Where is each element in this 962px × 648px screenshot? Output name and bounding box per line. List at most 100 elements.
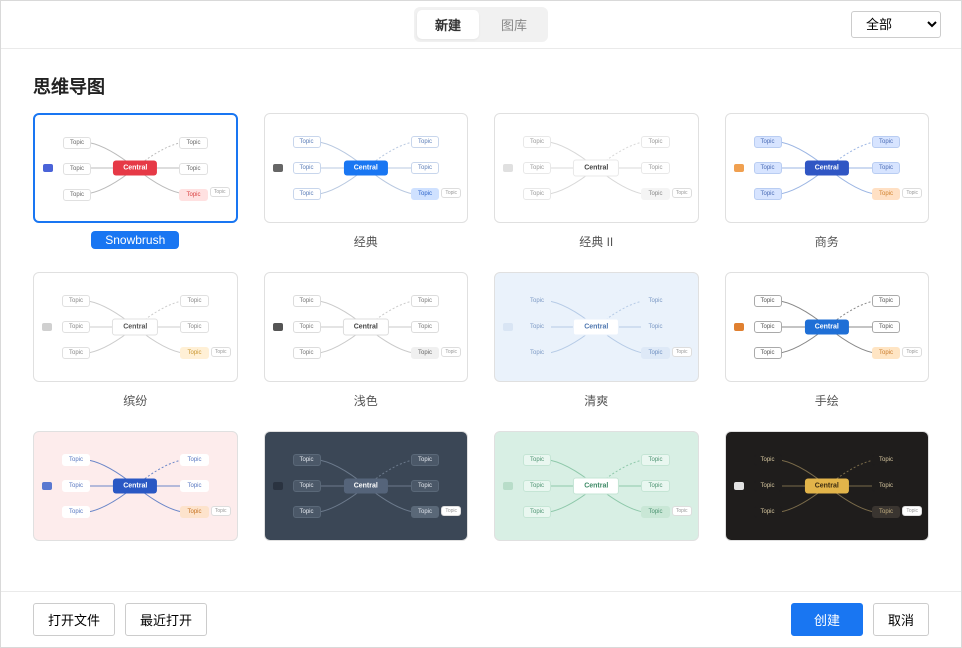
topic-node: Topic (293, 347, 321, 359)
template-label: 经典 II (565, 231, 627, 252)
template-item[interactable]: CentralTopicTopicTopicTopicTopicTopicTop… (33, 431, 238, 553)
topic-node-accent: Topic (872, 188, 900, 200)
topic-node: Topic (62, 347, 90, 359)
topic-node: Topic (293, 188, 321, 200)
category-select[interactable]: 全部 (851, 11, 941, 38)
cancel-button[interactable]: 取消 (873, 603, 929, 636)
template-item[interactable]: CentralTopicTopicTopicTopicTopicTopicTop… (264, 431, 469, 553)
template-thumbnail: CentralTopicTopicTopicTopicTopicTopicTop… (494, 431, 699, 541)
tab-new[interactable]: 新建 (417, 10, 479, 39)
topic-node-accent: Topic (872, 347, 900, 359)
template-label: 缤纷 (109, 390, 161, 411)
topic-node: Topic (754, 295, 782, 307)
topic-node: Topic (180, 480, 208, 492)
topic-node: Topic (62, 480, 90, 492)
topic-node-accent: Topic (641, 188, 669, 200)
template-item[interactable]: CentralTopicTopicTopicTopicTopicTopicTop… (725, 113, 930, 252)
sub-node: Topic (211, 506, 231, 516)
topic-node: Topic (523, 136, 551, 148)
topic-node: Topic (411, 480, 439, 492)
template-item[interactable]: CentralTopicTopicTopicTopicTopicTopicTop… (494, 113, 699, 252)
template-item[interactable]: CentralTopicTopicTopicTopicTopicTopicTop… (725, 431, 930, 553)
central-node: Central (113, 479, 157, 494)
template-item[interactable]: CentralTopicTopicTopicTopicTopicTopicTop… (725, 272, 930, 411)
central-node: Central (573, 319, 619, 336)
topic-node-accent: Topic (641, 506, 669, 518)
sub-node: Topic (441, 188, 461, 198)
template-item[interactable]: CentralTopicTopicTopicTopicTopicTopicTop… (33, 113, 238, 252)
topic-node: Topic (63, 137, 91, 149)
central-node: Central (344, 161, 388, 176)
collapse-dot-icon (503, 164, 513, 172)
collapse-dot-icon (503, 482, 513, 490)
create-button[interactable]: 创建 (791, 603, 863, 636)
template-thumbnail: CentralTopicTopicTopicTopicTopicTopicTop… (33, 272, 238, 382)
topic-node: Topic (62, 506, 90, 518)
topic-node: Topic (523, 347, 551, 359)
template-thumbnail: CentralTopicTopicTopicTopicTopicTopicTop… (725, 431, 930, 541)
sub-node: Topic (902, 347, 922, 357)
collapse-dot-icon (734, 482, 744, 490)
topic-node: Topic (411, 162, 439, 174)
template-item[interactable]: CentralTopicTopicTopicTopicTopicTopicTop… (494, 431, 699, 553)
topic-node: Topic (62, 295, 90, 307)
sub-node: Topic (210, 187, 230, 197)
topic-node: Topic (293, 136, 321, 148)
topic-node: Topic (641, 295, 669, 307)
topic-node: Topic (62, 321, 90, 333)
sub-node: Topic (902, 506, 922, 516)
header-tabs: 新建 图库 (414, 7, 548, 42)
collapse-dot-icon (273, 323, 283, 331)
topic-node-accent: Topic (411, 347, 439, 359)
template-item[interactable]: CentralTopicTopicTopicTopicTopicTopicTop… (494, 272, 699, 411)
topic-node: Topic (641, 321, 669, 333)
sub-node: Topic (902, 188, 922, 198)
central-node: Central (805, 161, 849, 176)
topic-node: Topic (293, 454, 321, 466)
topic-node: Topic (754, 506, 782, 518)
topic-node-accent: Topic (411, 506, 439, 518)
topic-node: Topic (872, 162, 900, 174)
topic-node-accent: Topic (180, 506, 208, 518)
collapse-dot-icon (43, 164, 53, 172)
recent-button[interactable]: 最近打开 (125, 603, 207, 636)
sub-node: Topic (672, 506, 692, 516)
topic-node: Topic (63, 163, 91, 175)
central-node: Central (343, 319, 389, 336)
template-item[interactable]: CentralTopicTopicTopicTopicTopicTopicTop… (264, 272, 469, 411)
central-node: Central (573, 160, 619, 177)
template-thumbnail: CentralTopicTopicTopicTopicTopicTopicTop… (725, 113, 930, 223)
topic-node: Topic (523, 295, 551, 307)
topic-node-accent: Topic (411, 188, 439, 200)
collapse-dot-icon (273, 164, 283, 172)
template-thumbnail: CentralTopicTopicTopicTopicTopicTopicTop… (264, 113, 469, 223)
topic-node: Topic (180, 295, 208, 307)
template-item[interactable]: CentralTopicTopicTopicTopicTopicTopicTop… (33, 272, 238, 411)
template-label: Snowbrush (91, 231, 179, 249)
topic-node: Topic (641, 480, 669, 492)
topic-node: Topic (411, 321, 439, 333)
topic-node: Topic (523, 506, 551, 518)
sub-node: Topic (672, 347, 692, 357)
topic-node: Topic (293, 162, 321, 174)
central-node: Central (805, 479, 849, 494)
topic-node-accent: Topic (180, 347, 208, 359)
open-file-button[interactable]: 打开文件 (33, 603, 115, 636)
template-label: 清爽 (570, 390, 622, 411)
topic-node: Topic (293, 480, 321, 492)
new-document-dialog: 新建 图库 全部 思维导图 CentralTopicTopicTopicTopi… (0, 0, 962, 648)
topic-node: Topic (179, 137, 207, 149)
topic-node: Topic (179, 163, 207, 175)
topic-node: Topic (523, 454, 551, 466)
tab-gallery[interactable]: 图库 (483, 10, 545, 39)
topic-node: Topic (872, 321, 900, 333)
central-node: Central (573, 478, 619, 495)
template-item[interactable]: CentralTopicTopicTopicTopicTopicTopicTop… (264, 113, 469, 252)
topic-node: Topic (411, 136, 439, 148)
topic-node: Topic (754, 454, 782, 466)
topic-node: Topic (523, 321, 551, 333)
template-label: 手绘 (801, 390, 853, 411)
topic-node: Topic (411, 454, 439, 466)
titlebar: 新建 图库 全部 (1, 1, 961, 49)
template-thumbnail: CentralTopicTopicTopicTopicTopicTopicTop… (494, 272, 699, 382)
